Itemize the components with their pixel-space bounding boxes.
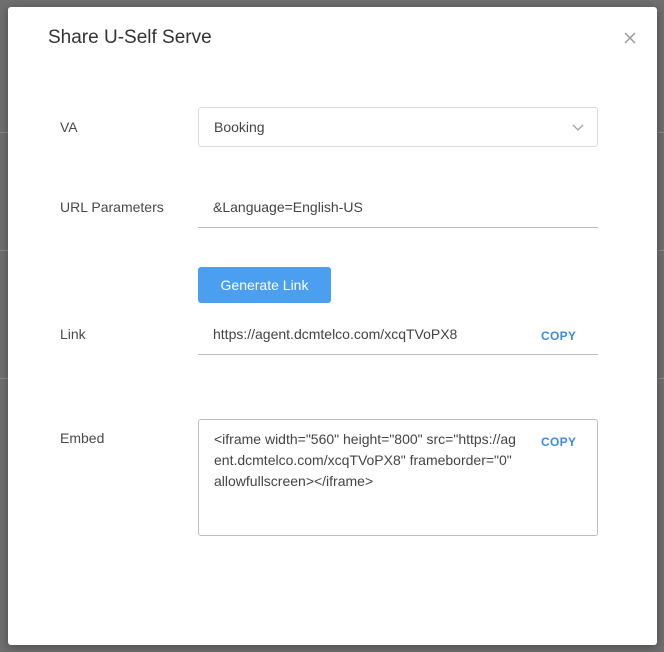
url-parameters-value: &Language=English-US [213,198,363,215]
copy-embed-button[interactable]: COPY [541,435,576,449]
link-value: https://agent.dcmtelco.com/xcqTVoPX8 [213,325,458,342]
chevron-down-icon [572,124,584,131]
embed-code: <iframe width="560" height="800" src="ht… [214,431,516,489]
url-parameters-label: URL Parameters [60,199,164,215]
copy-link-button[interactable]: COPY [541,329,576,343]
va-select[interactable]: Booking [198,107,598,147]
link-label: Link [60,326,86,342]
share-dialog: Share U-Self Serve VA Booking URL Parame… [8,7,657,645]
link-field[interactable]: https://agent.dcmtelco.com/xcqTVoPX8 [198,313,598,355]
dialog-title: Share U-Self Serve [48,27,212,48]
embed-label: Embed [60,430,105,446]
va-label: VA [60,119,78,135]
close-button[interactable] [617,25,643,51]
close-icon [624,32,636,44]
url-parameters-input[interactable]: &Language=English-US [198,186,598,228]
embed-textarea[interactable]: <iframe width="560" height="800" src="ht… [198,419,598,536]
generate-link-button[interactable]: Generate Link [198,267,331,303]
va-selected-value: Booking [214,119,265,135]
